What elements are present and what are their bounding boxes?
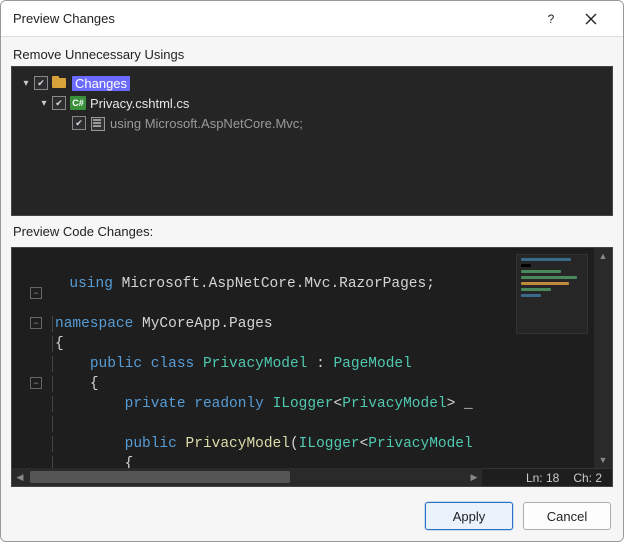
vertical-scrollbar[interactable]: ▲ ▼	[594, 248, 612, 468]
close-icon	[585, 13, 597, 25]
cancel-button[interactable]: Cancel	[523, 502, 611, 530]
apply-button[interactable]: Apply	[425, 502, 513, 530]
scroll-up-icon[interactable]: ▲	[594, 248, 612, 264]
chevron-down-icon[interactable]: ▾	[20, 78, 32, 89]
tree-node-using[interactable]: using Microsoft.AspNetCore.Mvc;	[16, 113, 608, 133]
code-area[interactable]: using Microsoft.AspNetCore.Mvc.RazorPage…	[52, 248, 512, 468]
code-line: private readonly ILogger<PrivacyModel> _	[52, 396, 473, 412]
dialog-button-row: Apply Cancel	[1, 491, 623, 541]
editor-statusbar: Ln: 18 Ch: 2	[482, 468, 612, 486]
code-line	[52, 416, 64, 432]
fold-toggle[interactable]: −	[30, 317, 42, 329]
code-gutter: − − −	[12, 248, 52, 468]
scrollbar-thumb[interactable]	[30, 471, 290, 483]
code-line	[52, 296, 61, 312]
dialog-content: Remove Unnecessary Usings ▾ Changes ▾ C#…	[1, 37, 623, 491]
tree-label-changes: Changes	[72, 76, 130, 91]
code-line: {	[52, 376, 99, 392]
code-preview-panel: − − − using Microsoft.AspNetCore.Mvc.Raz…	[11, 247, 613, 487]
checkbox-using[interactable]	[72, 116, 86, 130]
scroll-down-icon[interactable]: ▼	[594, 452, 612, 468]
code-snippet-icon	[90, 116, 106, 130]
checkbox-file[interactable]	[52, 96, 66, 110]
changes-tree[interactable]: ▾ Changes ▾ C# Privacy.cshtml.cs using M…	[11, 66, 613, 216]
code-line: namespace MyCoreApp.Pages	[52, 316, 273, 332]
scroll-right-icon[interactable]: ▶	[466, 468, 482, 486]
chevron-down-icon[interactable]: ▾	[38, 98, 50, 109]
preview-code-label: Preview Code Changes:	[13, 224, 613, 239]
code-line: using Microsoft.AspNetCore.Mvc.RazorPage…	[52, 276, 435, 292]
help-button[interactable]: ?	[531, 4, 571, 34]
window-title: Preview Changes	[13, 11, 531, 26]
folder-icon	[52, 76, 68, 90]
code-body: − − − using Microsoft.AspNetCore.Mvc.Raz…	[12, 248, 612, 468]
code-line: {	[52, 336, 64, 352]
tree-node-changes[interactable]: ▾ Changes	[16, 73, 608, 93]
status-line: Ln: 18	[526, 471, 559, 485]
titlebar: Preview Changes ?	[1, 1, 623, 37]
fold-toggle[interactable]: −	[30, 287, 42, 299]
minimap[interactable]	[516, 254, 588, 334]
checkbox-changes[interactable]	[34, 76, 48, 90]
code-line: public class PrivacyModel : PageModel	[52, 356, 412, 372]
remove-usings-label: Remove Unnecessary Usings	[13, 47, 613, 62]
tree-label-file: Privacy.cshtml.cs	[90, 96, 189, 111]
csharp-file-icon: C#	[70, 96, 86, 110]
tree-label-using: using Microsoft.AspNetCore.Mvc;	[110, 116, 303, 131]
code-line: {	[52, 456, 133, 468]
status-col: Ch: 2	[573, 471, 602, 485]
fold-toggle[interactable]: −	[30, 377, 42, 389]
dialog-window: Preview Changes ? Remove Unnecessary Usi…	[0, 0, 624, 542]
horizontal-scrollbar[interactable]: ◀ ▶	[12, 468, 482, 486]
scroll-left-icon[interactable]: ◀	[12, 468, 28, 486]
code-line: public PrivacyModel(ILogger<PrivacyModel	[52, 436, 473, 452]
tree-node-file[interactable]: ▾ C# Privacy.cshtml.cs	[16, 93, 608, 113]
close-button[interactable]	[571, 4, 611, 34]
